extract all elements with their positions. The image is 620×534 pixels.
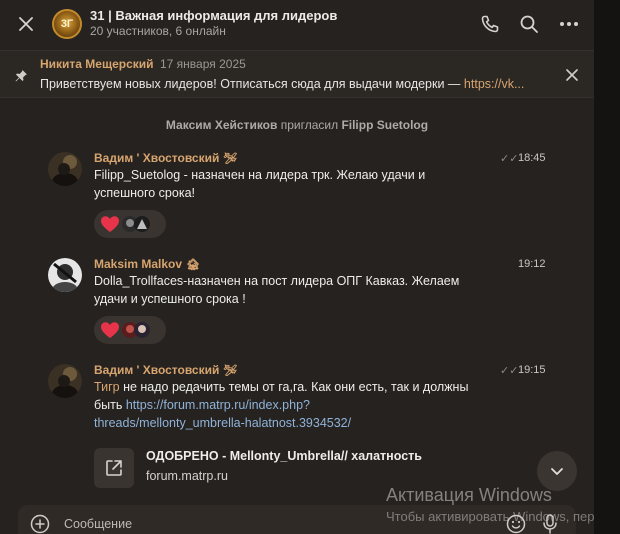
chat-title[interactable]: 31 | Важная информация для лидеров <box>90 8 337 23</box>
author-name: Вадим ' Хвостовский <box>94 151 220 165</box>
link-preview-domain: forum.matrp.ru <box>146 469 228 483</box>
message-link[interactable]: https://forum.matrp.ru/index.php? threads… <box>94 398 351 430</box>
avatar[interactable] <box>48 152 82 186</box>
message-text: Тигр не надо редачить темы от га,га. Как… <box>94 378 474 432</box>
pinned-date: 17 января 2025 <box>160 57 246 71</box>
author-badge-icon: 🛩 <box>223 365 238 377</box>
avatar[interactable] <box>48 364 82 398</box>
pinned-link[interactable]: https://vk... <box>464 77 524 91</box>
service-action: пригласил <box>280 118 339 132</box>
right-edge-strip <box>594 0 620 534</box>
pinned-message-bar[interactable]: Никита Мещерский 17 января 2025 Приветст… <box>0 50 594 98</box>
avatar[interactable] <box>48 258 82 292</box>
chat-header: 3Г 31 | Важная информация для лидеров 20… <box>0 0 594 50</box>
author-badge-icon: 🛩 <box>223 153 238 165</box>
windows-activation-watermark-title: Активация Windows <box>386 485 552 505</box>
heart-reaction-icon <box>101 322 119 338</box>
reactor-avatar <box>134 216 150 232</box>
author-badge-icon: 🏚 <box>186 259 201 271</box>
avatar-image <box>48 364 82 398</box>
chevron-down-icon <box>551 468 563 475</box>
external-link-icon <box>106 460 122 476</box>
message-time: 19:12 <box>518 258 546 270</box>
reaction-chip[interactable] <box>94 210 166 238</box>
chat-panel: 3Г 31 | Важная информация для лидеров 20… <box>0 0 594 534</box>
message-author[interactable]: Вадим ' Хвостовский 🛩 <box>94 363 237 377</box>
close-chat-button[interactable] <box>14 12 38 36</box>
service-target[interactable]: Filipp Suetolog <box>341 118 428 132</box>
mention-link[interactable]: Тигр <box>94 380 120 394</box>
more-dots-icon <box>560 22 578 26</box>
unpin-button[interactable] <box>564 67 580 83</box>
service-actor[interactable]: Максим Хейстиков <box>166 118 277 132</box>
message-link-part2: threads/mellonty_umbrella-halatnost.3934… <box>94 416 352 430</box>
close-icon <box>19 17 33 31</box>
link-preview-icon-box[interactable] <box>94 448 134 488</box>
pinned-author: Никита Мещерский <box>40 57 154 71</box>
attach-plus-icon[interactable] <box>30 514 50 534</box>
close-icon <box>566 69 578 81</box>
phone-icon <box>481 15 499 33</box>
reaction-chip[interactable] <box>94 316 166 344</box>
more-options-button[interactable] <box>557 12 581 36</box>
link-preview-title[interactable]: ОДОБРЕНО - Mellonty_Umbrella// халатност… <box>146 449 422 463</box>
chat-members-count: 20 участников, 6 онлайн <box>90 24 226 38</box>
heart-reaction-icon <box>101 216 119 232</box>
message-text: Filipp_Suetolog - назначен на лидера трк… <box>94 168 426 200</box>
pin-icon <box>15 70 27 82</box>
pinned-text-body: Приветствуем новых лидеров! Отписаться с… <box>40 77 464 91</box>
author-name: Maksim Malkov <box>94 257 183 271</box>
avatar-image <box>48 258 82 292</box>
call-button[interactable] <box>478 12 502 36</box>
message-author[interactable]: Maksim Malkov 🏚 <box>94 257 200 271</box>
message-author[interactable]: Вадим ' Хвостовский 🛩 <box>94 151 237 165</box>
reactor-avatar <box>134 322 150 338</box>
service-message: Максим Хейстиков пригласил Filipp Suetol… <box>0 118 594 132</box>
avatar-image <box>48 152 82 186</box>
read-ticks-icon: ✓✓ <box>500 153 519 165</box>
message-time: 19:15 <box>518 364 546 376</box>
message-link-part1: https://forum.matrp.ru/index.php? <box>125 398 310 412</box>
message-time: 18:45 <box>518 152 546 164</box>
read-ticks-icon: ✓✓ <box>500 365 519 377</box>
author-name: Вадим ' Хвостовский <box>94 363 220 377</box>
group-avatar[interactable]: 3Г <box>52 9 82 39</box>
search-button[interactable] <box>517 12 541 36</box>
search-icon <box>520 15 538 33</box>
message-text: Dolla_Trollfaces-назначен на пост лидера… <box>94 274 460 306</box>
windows-activation-watermark-subtitle: Чтобы активировать Windows, пер <box>386 509 595 524</box>
pinned-text: Приветствуем новых лидеров! Отписаться с… <box>40 77 554 91</box>
